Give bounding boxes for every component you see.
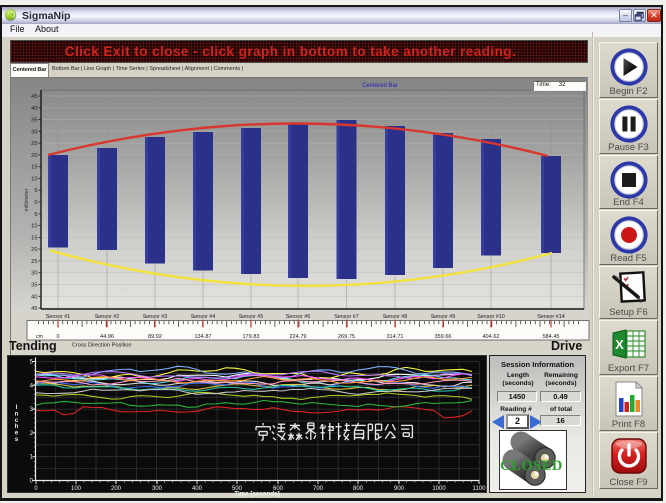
svg-text:2: 2 [30,431,34,437]
svg-text:s: s [15,436,19,443]
svg-text:Time [seconds]: Time [seconds] [234,491,279,498]
svg-text:800: 800 [353,486,364,492]
svg-text:1000: 1000 [432,486,446,492]
svg-text:300: 300 [152,486,163,492]
svg-text:5: 5 [30,360,34,366]
svg-text:700: 700 [313,486,324,492]
svg-text:4: 4 [30,383,34,389]
svg-text:CLOSED: CLOSED [500,458,563,474]
svg-text:1: 1 [30,455,34,461]
svg-text:200: 200 [111,486,122,492]
svg-text:0: 0 [34,486,38,492]
svg-text:400: 400 [192,486,203,492]
svg-text:900: 900 [394,486,405,492]
svg-text:100: 100 [71,486,82,492]
svg-text:1100: 1100 [473,486,487,492]
svg-text:0: 0 [30,479,34,485]
svg-text:3: 3 [30,407,34,413]
